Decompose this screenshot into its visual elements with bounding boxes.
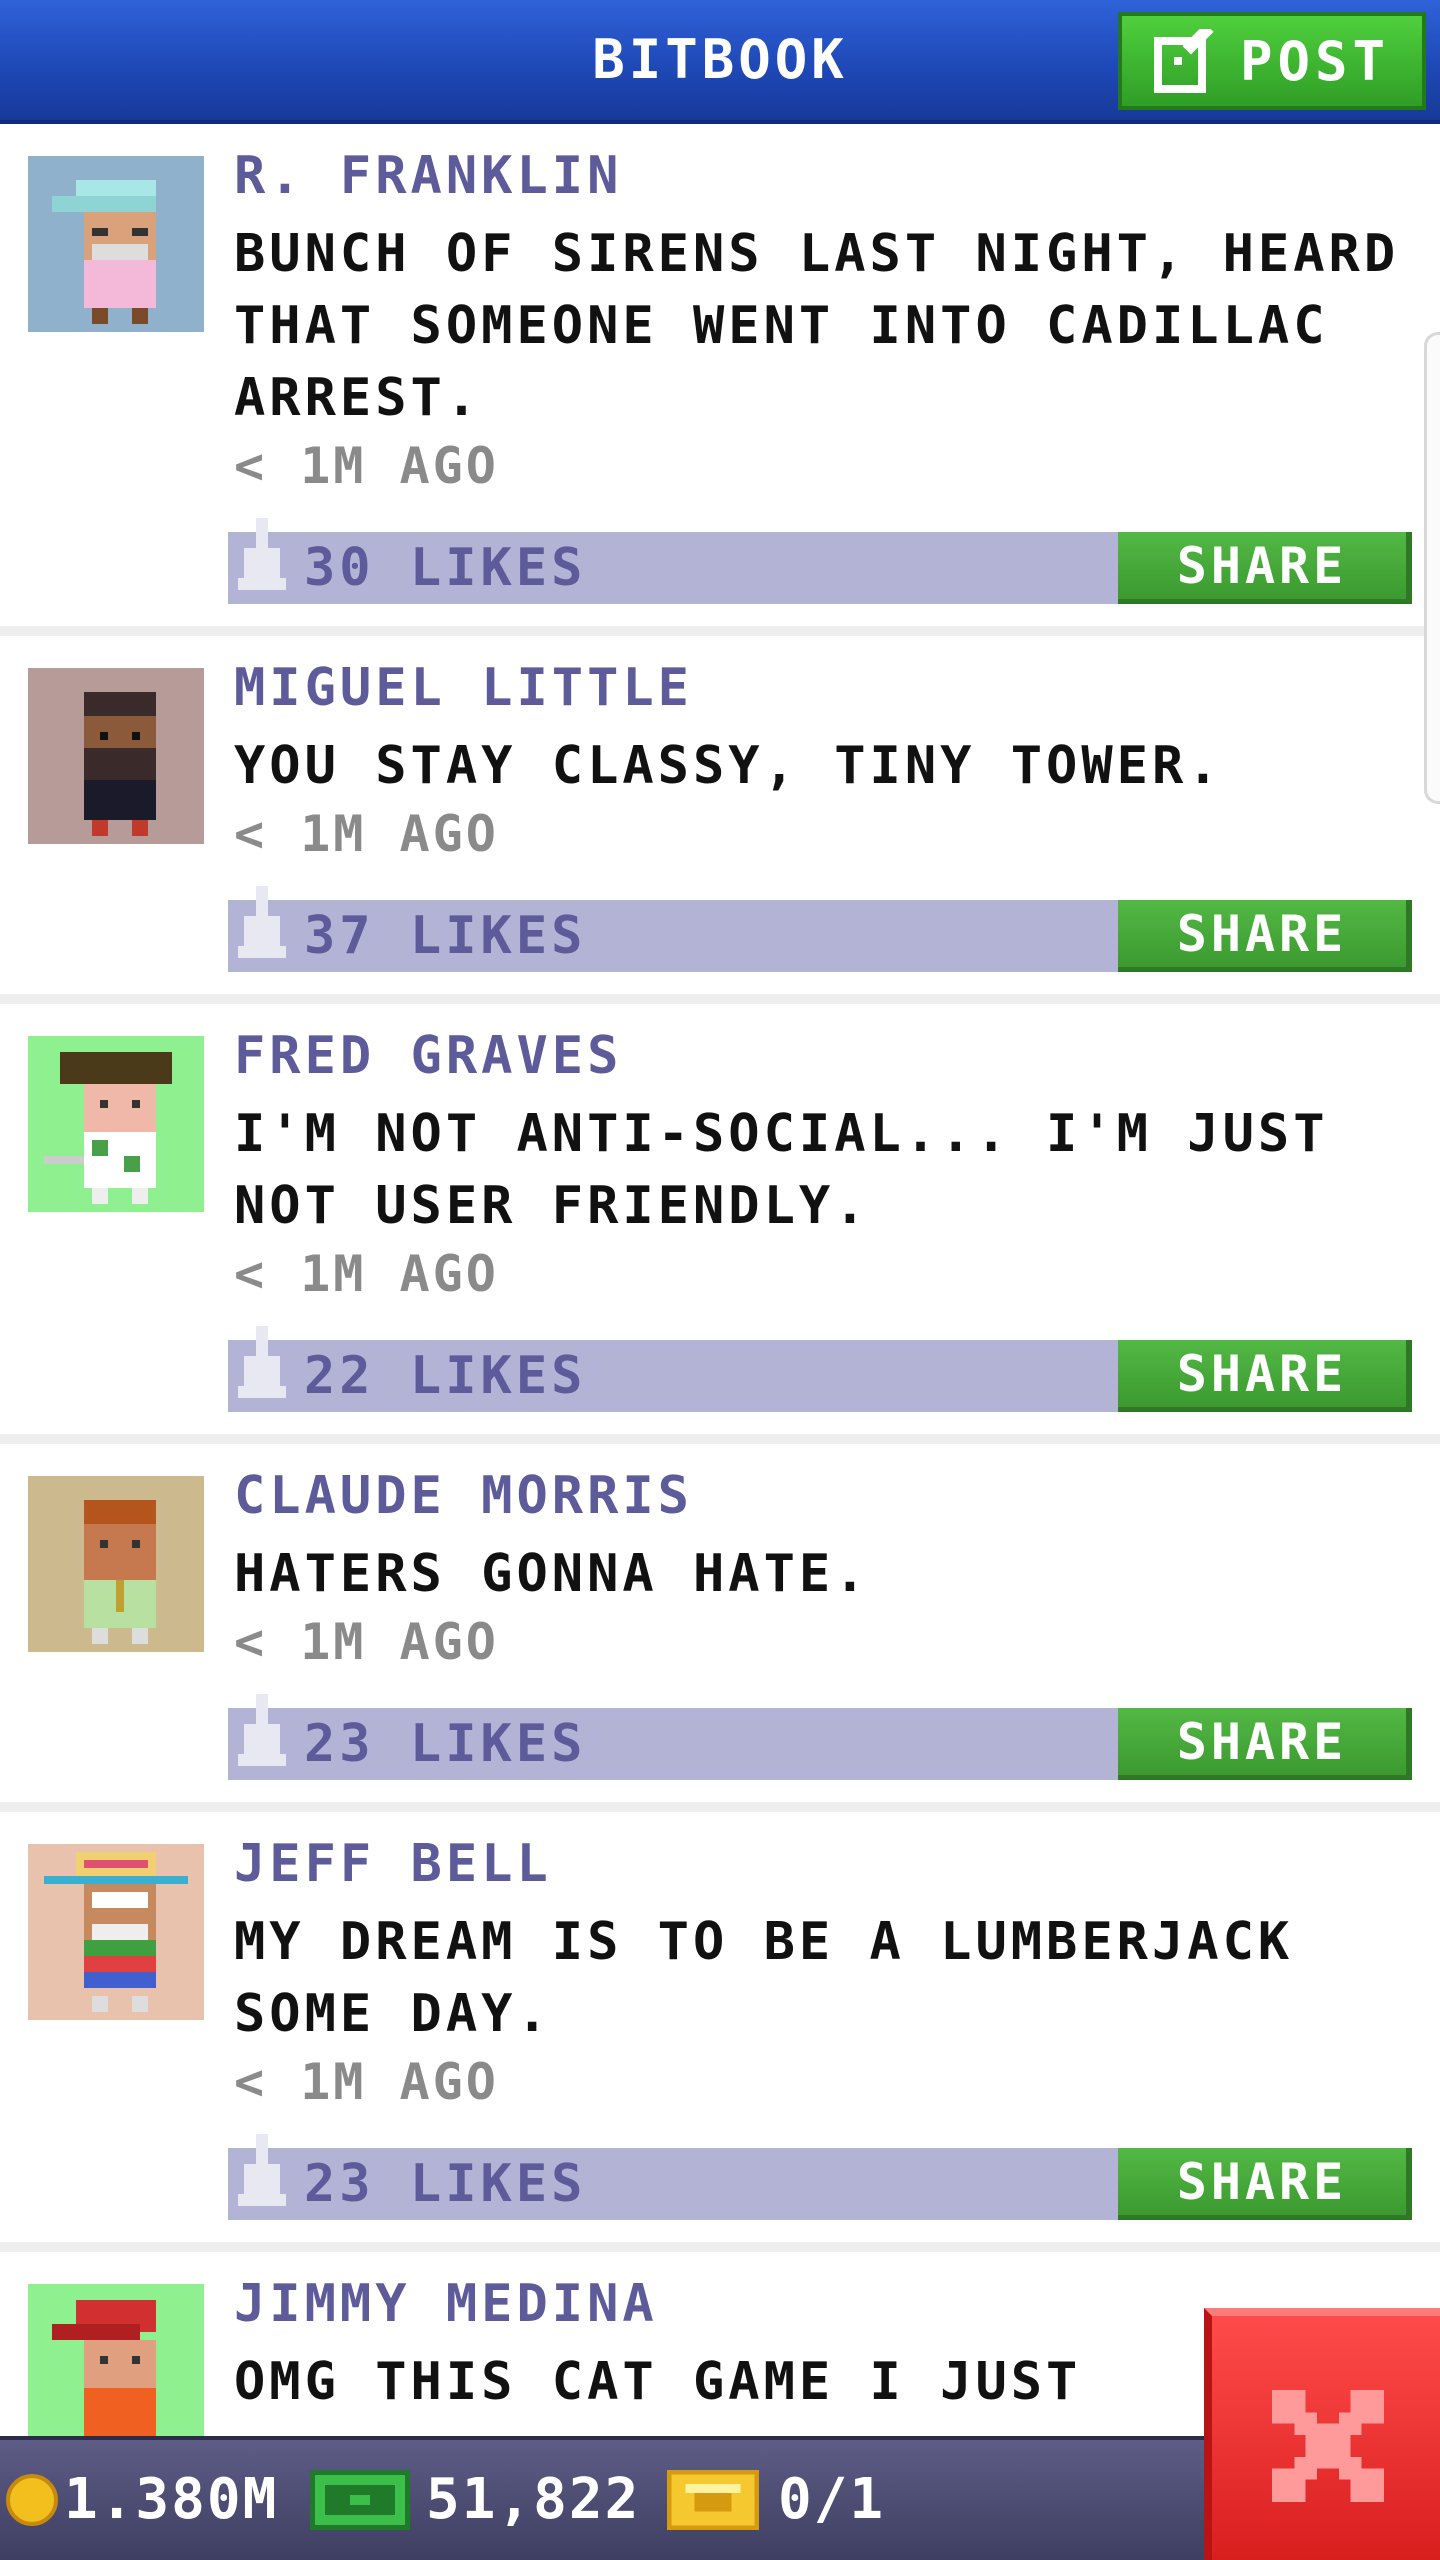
coin-icon — [6, 2474, 58, 2526]
thumbs-up-icon[interactable] — [238, 1694, 286, 1766]
close-button[interactable] — [1204, 2308, 1440, 2560]
share-button[interactable]: SHARE — [1118, 2148, 1412, 2220]
author-name: CLAUDE MORRIS — [234, 1466, 693, 1526]
share-button[interactable]: SHARE — [1118, 1708, 1412, 1780]
feed-list[interactable]: R. FRANKLIN BUNCH OF SIRENS LAST NIGHT, … — [0, 124, 1440, 2552]
vip-display: 0/1 — [666, 2468, 885, 2532]
post-message: BUNCH OF SIRENS LAST NIGHT, HEARD THAT S… — [234, 224, 1400, 428]
list-item: CLAUDE MORRIS HATERS GONNA HATE. < 1M AG… — [0, 1444, 1440, 1812]
divider — [0, 2242, 1440, 2252]
thumbs-up-icon[interactable] — [238, 886, 286, 958]
avatar — [28, 156, 204, 332]
divider — [0, 994, 1440, 1004]
post-time: < 1M AGO — [234, 2053, 499, 2111]
author-name: R. FRANKLIN — [234, 146, 623, 206]
thumbs-up-icon[interactable] — [238, 518, 286, 590]
thumbs-up-icon[interactable] — [238, 1326, 286, 1398]
coins-value: 1.380M — [64, 2467, 279, 2532]
post-message: YOU STAY CLASSY, TINY TOWER. — [234, 736, 1223, 796]
post-time: < 1M AGO — [234, 437, 499, 495]
bux-display: 51,822 — [310, 2468, 640, 2532]
like-bar: 22 LIKES SHARE — [228, 1326, 1412, 1412]
close-icon — [1272, 2390, 1384, 2502]
author-name: FRED GRAVES — [234, 1026, 623, 1086]
divider — [0, 626, 1440, 636]
list-item: MIGUEL LITTLE YOU STAY CLASSY, TINY TOWE… — [0, 636, 1440, 1004]
like-count: 23 LIKES — [304, 2154, 587, 2214]
like-count: 22 LIKES — [304, 1346, 587, 1406]
list-item: R. FRANKLIN BUNCH OF SIRENS LAST NIGHT, … — [0, 124, 1440, 636]
author-name: MIGUEL LITTLE — [234, 658, 693, 718]
avatar — [28, 1844, 204, 2020]
bux-icon — [310, 2470, 410, 2530]
post-message: I'M NOT ANTI-SOCIAL... I'M JUST NOT USER… — [234, 1104, 1329, 1236]
like-bar: 23 LIKES SHARE — [228, 1694, 1412, 1780]
avatar — [28, 1476, 204, 1652]
avatar — [28, 668, 204, 844]
author-name: JIMMY MEDINA — [234, 2274, 658, 2334]
bitbook-header: BITBOOK POST — [0, 0, 1440, 124]
avatar — [28, 2284, 204, 2460]
post-button[interactable]: POST — [1118, 12, 1426, 110]
like-count: 37 LIKES — [304, 906, 587, 966]
like-bar: 23 LIKES SHARE — [228, 2134, 1412, 2220]
bux-value: 51,822 — [426, 2467, 641, 2532]
share-button[interactable]: SHARE — [1118, 900, 1412, 972]
share-button[interactable]: SHARE — [1118, 532, 1412, 604]
like-count: 30 LIKES — [304, 538, 587, 598]
like-bar: 37 LIKES SHARE — [228, 886, 1412, 972]
scrollbar[interactable] — [1424, 332, 1440, 804]
avatar — [28, 1036, 204, 1212]
vip-value: 0/1 — [778, 2467, 886, 2532]
list-item: JEFF BELL MY DREAM IS TO BE A LUMBERJACK… — [0, 1812, 1440, 2252]
thumbs-up-icon[interactable] — [238, 2134, 286, 2206]
post-time: < 1M AGO — [234, 805, 499, 863]
author-name: JEFF BELL — [234, 1834, 552, 1894]
like-count: 23 LIKES — [304, 1714, 587, 1774]
divider — [0, 1434, 1440, 1444]
post-button-label: POST — [1239, 29, 1391, 93]
post-time: < 1M AGO — [234, 1613, 499, 1671]
coins-display: 1.380M — [6, 2468, 278, 2532]
like-bar: 30 LIKES SHARE — [228, 518, 1412, 604]
post-message: HATERS GONNA HATE. — [234, 1544, 870, 1604]
divider — [0, 1802, 1440, 1812]
share-button[interactable]: SHARE — [1118, 1340, 1412, 1412]
post-message: MY DREAM IS TO BE A LUMBERJACK SOME DAY. — [234, 1912, 1294, 2044]
edit-icon — [1153, 29, 1214, 93]
list-item: FRED GRAVES I'M NOT ANTI-SOCIAL... I'M J… — [0, 1004, 1440, 1444]
post-time: < 1M AGO — [234, 1245, 499, 1303]
vip-ticket-icon — [666, 2470, 760, 2530]
